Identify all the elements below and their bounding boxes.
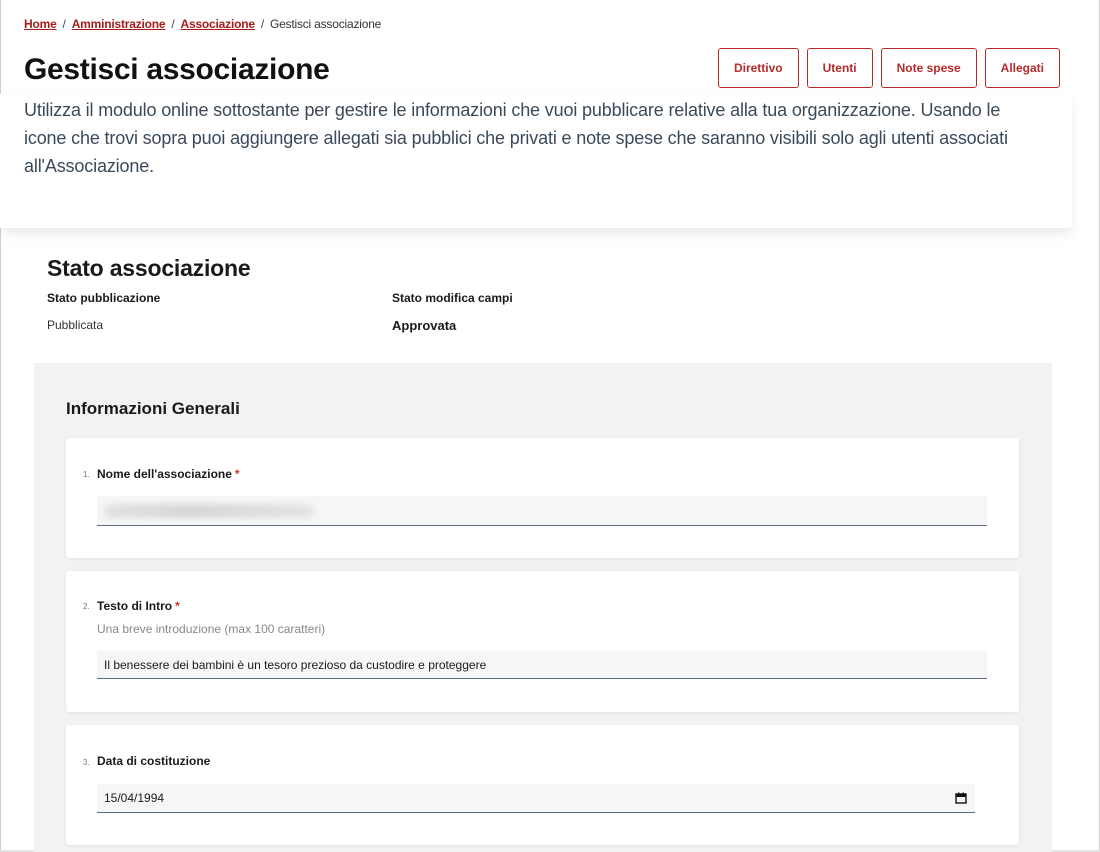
field-card-association-name: 1. Nome dell'associazione * [66, 438, 1019, 558]
breadcrumb-separator: / [62, 17, 66, 31]
association-name-label-text: Nome dell'associazione [97, 467, 232, 481]
field-number: 2. [83, 602, 90, 611]
field-number: 1. [83, 470, 90, 479]
publication-status-label: Stato pubblicazione [47, 291, 161, 305]
intro-text-hint: Una breve introduzione (max 100 caratter… [97, 622, 326, 636]
breadcrumb-administration-link[interactable]: Amministrazione [72, 17, 166, 31]
required-asterisk: * [234, 467, 240, 481]
breadcrumb-association-link[interactable]: Associazione [181, 17, 255, 31]
foundation-date-input[interactable]: 15/04/1994 [97, 784, 975, 813]
allegati-button[interactable]: Allegati [984, 48, 1060, 88]
note-spese-button[interactable]: Note spese [880, 48, 977, 88]
publication-status-value: Pubblicata [47, 318, 104, 332]
breadcrumb-home-link[interactable]: Home [24, 17, 57, 31]
intro-text-value: Il benessere dei bambini è un tesoro pre… [104, 657, 487, 672]
page-title: Gestisci associazione [24, 53, 330, 86]
intro-text-label-text: Testo di Intro [97, 599, 173, 613]
field-number: 3. [83, 758, 90, 767]
association-name-label: Nome dell'associazione * [97, 467, 240, 481]
breadcrumb-separator: / [260, 17, 264, 31]
calendar-icon[interactable] [955, 792, 967, 804]
association-name-input[interactable] [97, 496, 987, 526]
direttivo-button[interactable]: Direttivo [717, 48, 799, 88]
intro-text-label: Testo di Intro * [97, 599, 180, 613]
foundation-date-value: 15/04/1994 [104, 791, 165, 805]
action-toolbar: Direttivo Utenti Note spese Allegati [717, 48, 1060, 88]
edit-status-value: Approvata [392, 318, 457, 333]
breadcrumb: Home / Amministrazione / Associazione / … [24, 17, 381, 31]
intro-description: Utilizza il modulo online sottostante pe… [24, 100, 1008, 176]
intro-text-input[interactable]: Il benessere dei bambini è un tesoro pre… [97, 651, 987, 679]
status-section-title: Stato associazione [47, 255, 251, 281]
field-card-intro-text: 2. Testo di Intro * Una breve introduzion… [66, 571, 1019, 712]
breadcrumb-separator: / [171, 17, 175, 31]
redacted-value [104, 503, 314, 518]
required-asterisk: * [175, 599, 180, 613]
field-card-foundation-date: 3. Data di costituzione 15/04/1994 [66, 725, 1019, 845]
foundation-date-label: Data di costituzione [97, 754, 211, 768]
section-heading-general-info: Informazioni Generali [66, 399, 240, 418]
breadcrumb-current: Gestisci associazione [269, 17, 382, 31]
edit-status-label: Stato modifica campi [392, 291, 513, 305]
utenti-button[interactable]: Utenti [806, 48, 873, 88]
